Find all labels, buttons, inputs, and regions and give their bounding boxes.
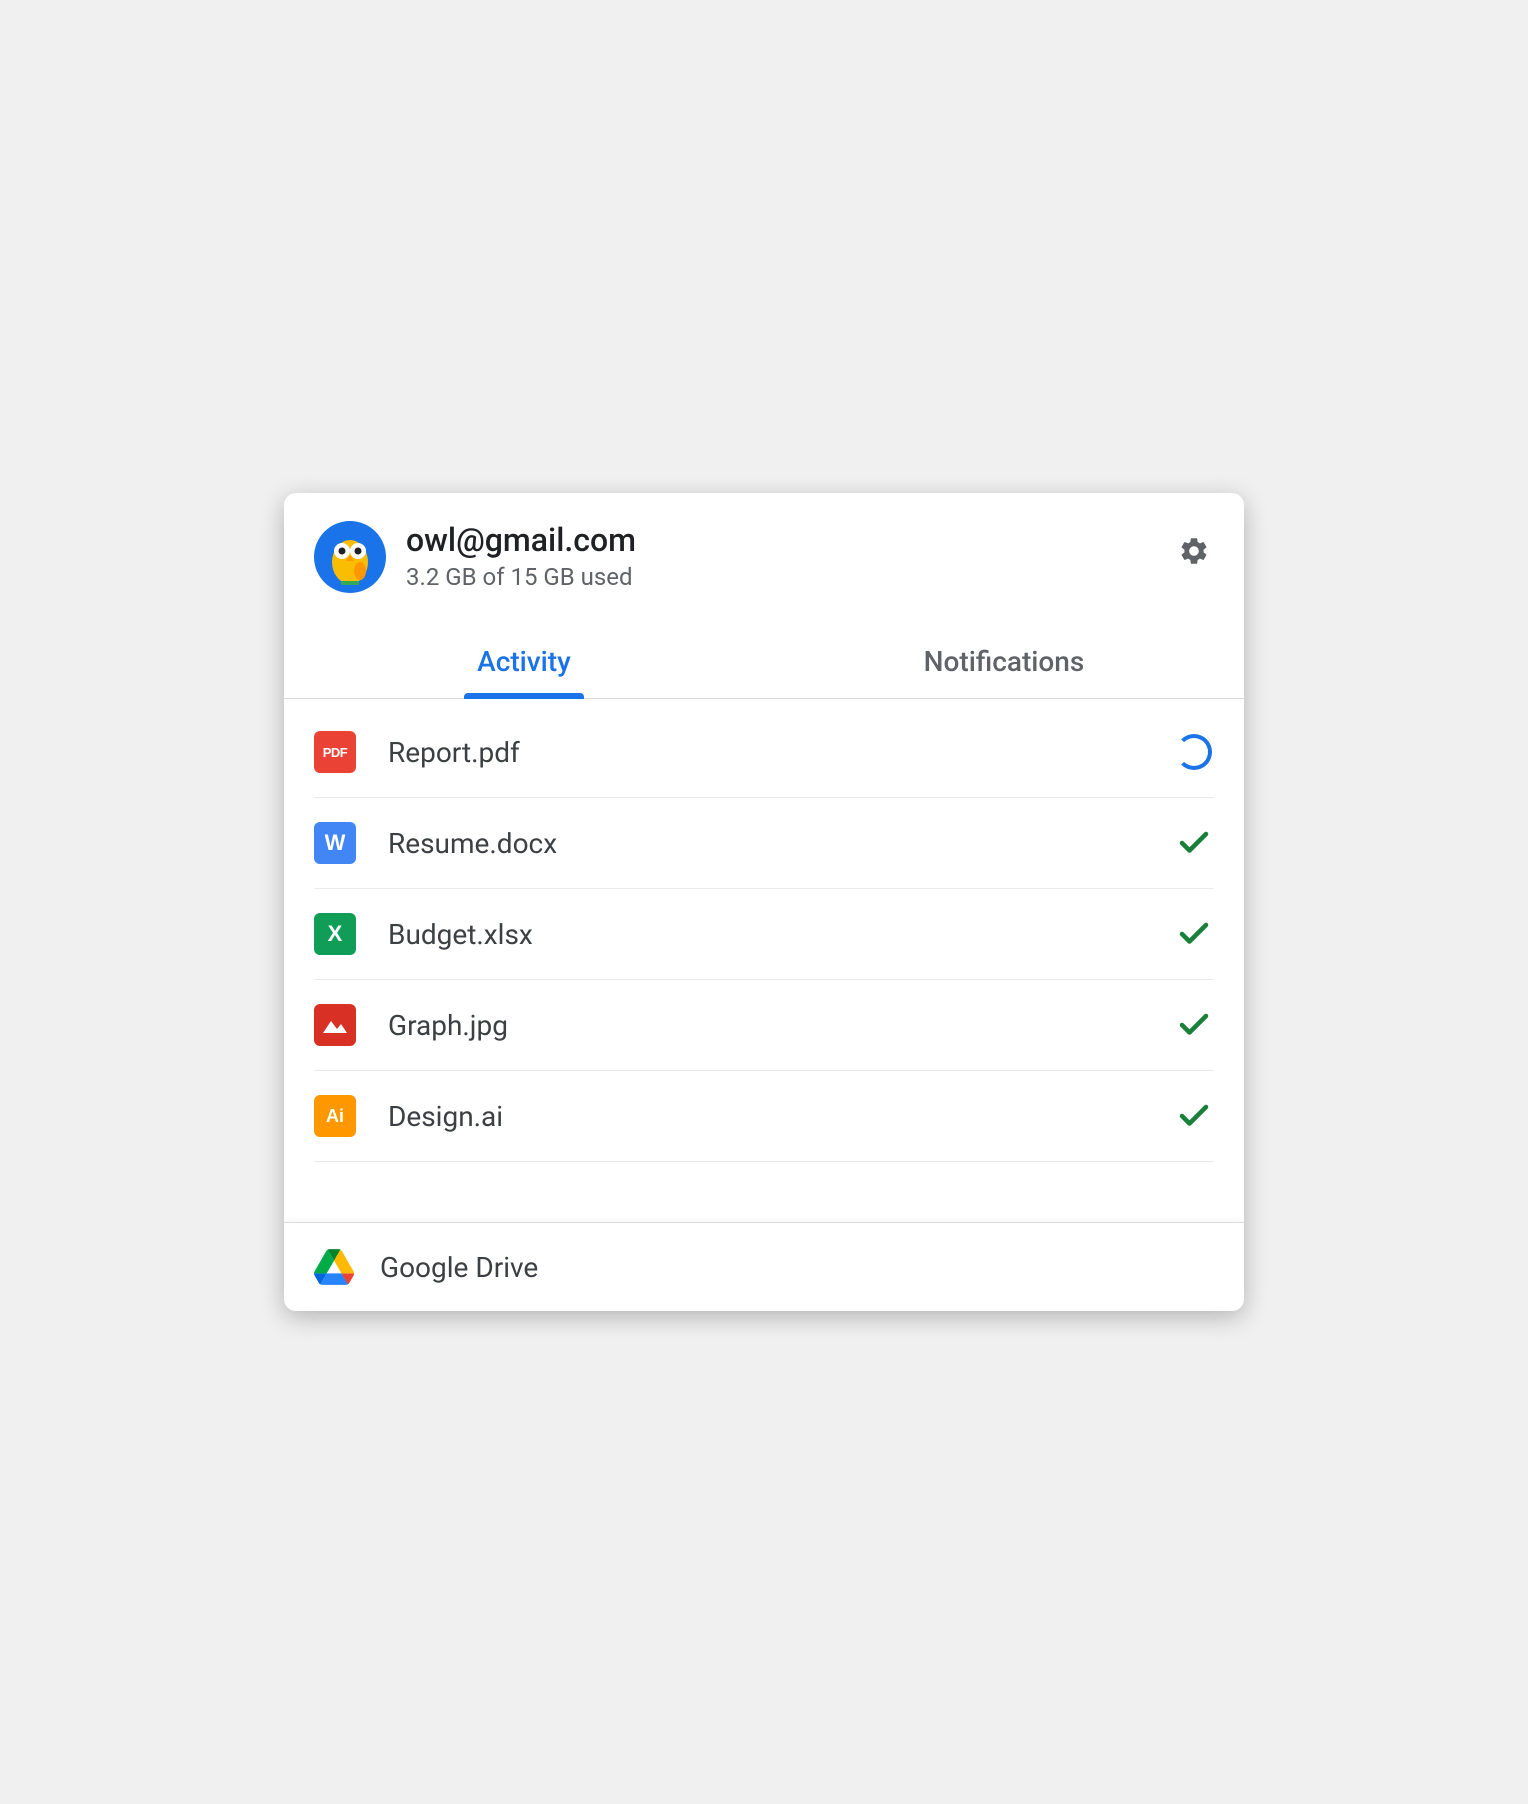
file-row[interactable]: Ai Design.ai <box>314 1071 1214 1162</box>
account-email: owl@gmail.com <box>406 521 1174 559</box>
file-row[interactable]: X Budget.xlsx <box>314 889 1214 980</box>
tabs: Activity Notifications <box>284 623 1244 699</box>
file-row[interactable]: PDF Report.pdf <box>314 707 1214 798</box>
drive-activity-panel: owl@gmail.com 3.2 GB of 15 GB used Activ… <box>284 493 1244 1311</box>
tab-activity[interactable]: Activity <box>284 623 764 698</box>
file-name: Budget.xlsx <box>388 918 1174 951</box>
avatar[interactable] <box>314 521 386 593</box>
header: owl@gmail.com 3.2 GB of 15 GB used <box>284 493 1244 603</box>
docx-icon: W <box>314 822 356 864</box>
check-icon <box>1176 1007 1212 1043</box>
footer[interactable]: Google Drive <box>284 1222 1244 1311</box>
gear-icon <box>1178 535 1210 567</box>
xlsx-icon: X <box>314 913 356 955</box>
file-row[interactable]: Graph.jpg <box>314 980 1214 1071</box>
file-name: Resume.docx <box>388 827 1174 860</box>
account-info: owl@gmail.com 3.2 GB of 15 GB used <box>406 521 1174 591</box>
image-icon <box>314 1004 356 1046</box>
tab-notifications[interactable]: Notifications <box>764 623 1244 698</box>
footer-label: Google Drive <box>380 1251 538 1284</box>
check-icon <box>1176 825 1212 861</box>
pdf-icon: PDF <box>314 731 356 773</box>
file-row[interactable]: W Resume.docx <box>314 798 1214 889</box>
check-icon <box>1176 1098 1212 1134</box>
status-uploading <box>1174 732 1214 772</box>
ai-icon: Ai <box>314 1095 356 1137</box>
status-done <box>1174 914 1214 954</box>
file-list: PDF Report.pdf W Resume.docx X Budget.xl… <box>284 699 1244 1222</box>
google-drive-icon <box>314 1249 354 1285</box>
status-done <box>1174 1005 1214 1045</box>
tab-label: Notifications <box>924 645 1085 678</box>
spinner-icon <box>1176 734 1212 770</box>
file-name: Design.ai <box>388 1100 1174 1133</box>
status-done <box>1174 1096 1214 1136</box>
status-done <box>1174 823 1214 863</box>
owl-icon <box>325 527 375 587</box>
file-name: Report.pdf <box>388 736 1174 769</box>
file-name: Graph.jpg <box>388 1009 1174 1042</box>
mountain-icon <box>321 1015 349 1035</box>
settings-button[interactable] <box>1174 531 1214 571</box>
check-icon <box>1176 916 1212 952</box>
tab-label: Activity <box>477 645 571 678</box>
storage-usage: 3.2 GB of 15 GB used <box>406 563 1174 591</box>
